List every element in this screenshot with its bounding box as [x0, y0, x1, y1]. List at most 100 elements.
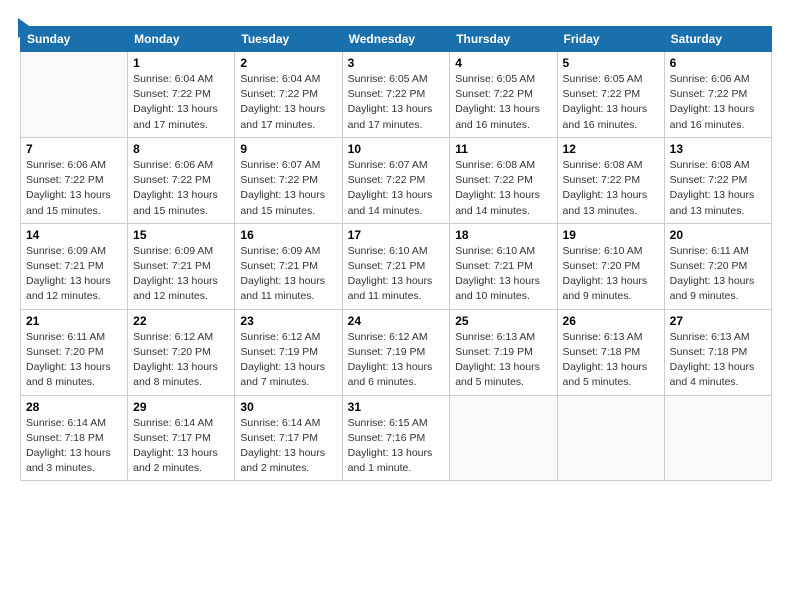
day-number: 30	[240, 400, 336, 414]
day-number: 13	[670, 142, 766, 156]
calendar-cell: 8 Sunrise: 6:06 AM Sunset: 7:22 PM Daylig…	[128, 137, 235, 223]
calendar-cell: 4 Sunrise: 6:05 AM Sunset: 7:22 PM Daylig…	[450, 52, 557, 138]
calendar-cell: 18 Sunrise: 6:10 AM Sunset: 7:21 PM Dayli…	[450, 223, 557, 309]
day-number: 17	[348, 228, 445, 242]
day-info: Sunrise: 6:15 AM Sunset: 7:16 PM Dayligh…	[348, 416, 445, 477]
calendar-cell	[450, 395, 557, 481]
day-number: 29	[133, 400, 229, 414]
calendar-cell: 1 Sunrise: 6:04 AM Sunset: 7:22 PM Daylig…	[128, 52, 235, 138]
calendar-cell: 16Sunrise: 6:09 AM Sunset: 7:21 PM Dayli…	[235, 223, 342, 309]
day-number: 18	[455, 228, 551, 242]
calendar-cell: 5Sunrise: 6:05 AM Sunset: 7:22 PM Daylig…	[557, 52, 664, 138]
calendar-cell: 23 Sunrise: 6:12 AM Sunset: 7:19 PM Dayli…	[235, 309, 342, 395]
calendar-cell: 31 Sunrise: 6:15 AM Sunset: 7:16 PM Dayli…	[342, 395, 450, 481]
calendar-cell: 14 Sunrise: 6:09 AM Sunset: 7:21 PM Dayli…	[21, 223, 128, 309]
header-thursday: Thursday	[450, 27, 557, 52]
day-number: 26	[563, 314, 659, 328]
day-number: 24	[348, 314, 445, 328]
day-info: Sunrise: 6:14 AM Sunset: 7:18 PM Dayligh…	[26, 416, 122, 477]
calendar-cell: 21Sunrise: 6:11 AM Sunset: 7:20 PM Dayli…	[21, 309, 128, 395]
calendar-cell: 3 Sunrise: 6:05 AM Sunset: 7:22 PM Daylig…	[342, 52, 450, 138]
day-info: Sunrise: 6:05 AM Sunset: 7:22 PM Dayligh…	[563, 72, 659, 133]
day-info: Sunrise: 6:14 AM Sunset: 7:17 PM Dayligh…	[133, 416, 229, 477]
calendar-week-row: 21Sunrise: 6:11 AM Sunset: 7:20 PM Dayli…	[21, 309, 772, 395]
logo-arrow-icon	[18, 18, 32, 38]
day-info: Sunrise: 6:08 AM Sunset: 7:22 PM Dayligh…	[563, 158, 659, 219]
day-info: Sunrise: 6:12 AM Sunset: 7:19 PM Dayligh…	[348, 330, 445, 391]
day-number: 19	[563, 228, 659, 242]
day-number: 4	[455, 56, 551, 70]
calendar-cell: 25 Sunrise: 6:13 AM Sunset: 7:19 PM Dayli…	[450, 309, 557, 395]
calendar-cell: 10 Sunrise: 6:07 AM Sunset: 7:22 PM Dayli…	[342, 137, 450, 223]
calendar-week-row: 28Sunrise: 6:14 AM Sunset: 7:18 PM Dayli…	[21, 395, 772, 481]
calendar-week-row: 1 Sunrise: 6:04 AM Sunset: 7:22 PM Daylig…	[21, 52, 772, 138]
page-header	[20, 16, 772, 18]
day-number: 31	[348, 400, 445, 414]
day-info: Sunrise: 6:11 AM Sunset: 7:20 PM Dayligh…	[670, 244, 766, 305]
calendar-cell: 13 Sunrise: 6:08 AM Sunset: 7:22 PM Dayli…	[664, 137, 771, 223]
day-info: Sunrise: 6:07 AM Sunset: 7:22 PM Dayligh…	[348, 158, 445, 219]
day-info: Sunrise: 6:06 AM Sunset: 7:22 PM Dayligh…	[133, 158, 229, 219]
calendar-cell	[21, 52, 128, 138]
day-info: Sunrise: 6:13 AM Sunset: 7:18 PM Dayligh…	[670, 330, 766, 391]
day-info: Sunrise: 6:09 AM Sunset: 7:21 PM Dayligh…	[26, 244, 122, 305]
calendar-week-row: 14 Sunrise: 6:09 AM Sunset: 7:21 PM Dayli…	[21, 223, 772, 309]
day-number: 20	[670, 228, 766, 242]
header-sunday: Sunday	[21, 27, 128, 52]
day-number: 2	[240, 56, 336, 70]
calendar-cell: 26 Sunrise: 6:13 AM Sunset: 7:18 PM Dayli…	[557, 309, 664, 395]
calendar-cell: 7 Sunrise: 6:06 AM Sunset: 7:22 PM Daylig…	[21, 137, 128, 223]
calendar-cell	[557, 395, 664, 481]
day-info: Sunrise: 6:10 AM Sunset: 7:21 PM Dayligh…	[348, 244, 445, 305]
header-wednesday: Wednesday	[342, 27, 450, 52]
calendar-cell: 12 Sunrise: 6:08 AM Sunset: 7:22 PM Dayli…	[557, 137, 664, 223]
day-number: 6	[670, 56, 766, 70]
calendar-cell: 19 Sunrise: 6:10 AM Sunset: 7:20 PM Dayli…	[557, 223, 664, 309]
day-number: 22	[133, 314, 229, 328]
day-number: 1	[133, 56, 229, 70]
header-tuesday: Tuesday	[235, 27, 342, 52]
day-info: Sunrise: 6:14 AM Sunset: 7:17 PM Dayligh…	[240, 416, 336, 477]
day-number: 23	[240, 314, 336, 328]
calendar-cell: 29 Sunrise: 6:14 AM Sunset: 7:17 PM Dayli…	[128, 395, 235, 481]
day-info: Sunrise: 6:06 AM Sunset: 7:22 PM Dayligh…	[26, 158, 122, 219]
day-number: 16	[240, 228, 336, 242]
calendar-cell: 30 Sunrise: 6:14 AM Sunset: 7:17 PM Dayli…	[235, 395, 342, 481]
day-number: 14	[26, 228, 122, 242]
header-friday: Friday	[557, 27, 664, 52]
calendar-cell	[664, 395, 771, 481]
day-info: Sunrise: 6:10 AM Sunset: 7:21 PM Dayligh…	[455, 244, 551, 305]
day-info: Sunrise: 6:08 AM Sunset: 7:22 PM Dayligh…	[455, 158, 551, 219]
day-number: 27	[670, 314, 766, 328]
header-saturday: Saturday	[664, 27, 771, 52]
day-info: Sunrise: 6:04 AM Sunset: 7:22 PM Dayligh…	[133, 72, 229, 133]
calendar-cell: 27 Sunrise: 6:13 AM Sunset: 7:18 PM Dayli…	[664, 309, 771, 395]
day-info: Sunrise: 6:13 AM Sunset: 7:18 PM Dayligh…	[563, 330, 659, 391]
day-number: 3	[348, 56, 445, 70]
day-info: Sunrise: 6:10 AM Sunset: 7:20 PM Dayligh…	[563, 244, 659, 305]
calendar-table: SundayMondayTuesdayWednesdayThursdayFrid…	[20, 26, 772, 481]
calendar-header-row: SundayMondayTuesdayWednesdayThursdayFrid…	[21, 27, 772, 52]
day-number: 12	[563, 142, 659, 156]
calendar-cell: 17 Sunrise: 6:10 AM Sunset: 7:21 PM Dayli…	[342, 223, 450, 309]
day-number: 25	[455, 314, 551, 328]
calendar-cell: 28Sunrise: 6:14 AM Sunset: 7:18 PM Dayli…	[21, 395, 128, 481]
day-number: 11	[455, 142, 551, 156]
day-number: 10	[348, 142, 445, 156]
calendar-cell: 20 Sunrise: 6:11 AM Sunset: 7:20 PM Dayli…	[664, 223, 771, 309]
day-number: 8	[133, 142, 229, 156]
day-number: 15	[133, 228, 229, 242]
day-info: Sunrise: 6:12 AM Sunset: 7:19 PM Dayligh…	[240, 330, 336, 391]
day-info: Sunrise: 6:13 AM Sunset: 7:19 PM Dayligh…	[455, 330, 551, 391]
day-info: Sunrise: 6:08 AM Sunset: 7:22 PM Dayligh…	[670, 158, 766, 219]
calendar-cell: 22 Sunrise: 6:12 AM Sunset: 7:20 PM Dayli…	[128, 309, 235, 395]
day-info: Sunrise: 6:05 AM Sunset: 7:22 PM Dayligh…	[348, 72, 445, 133]
day-number: 7	[26, 142, 122, 156]
day-number: 9	[240, 142, 336, 156]
calendar-cell: 6Sunrise: 6:06 AM Sunset: 7:22 PM Daylig…	[664, 52, 771, 138]
day-info: Sunrise: 6:12 AM Sunset: 7:20 PM Dayligh…	[133, 330, 229, 391]
calendar-cell: 11 Sunrise: 6:08 AM Sunset: 7:22 PM Dayli…	[450, 137, 557, 223]
day-info: Sunrise: 6:09 AM Sunset: 7:21 PM Dayligh…	[133, 244, 229, 305]
calendar-cell: 15 Sunrise: 6:09 AM Sunset: 7:21 PM Dayli…	[128, 223, 235, 309]
day-info: Sunrise: 6:05 AM Sunset: 7:22 PM Dayligh…	[455, 72, 551, 133]
